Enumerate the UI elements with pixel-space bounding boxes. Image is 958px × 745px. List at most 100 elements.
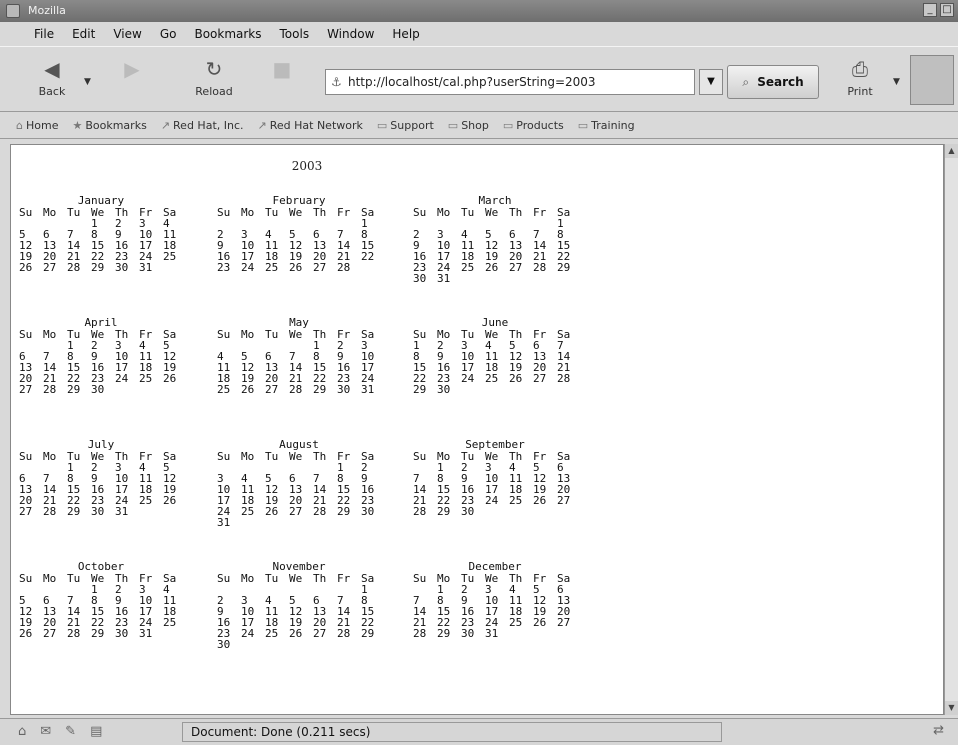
- bookmark-home[interactable]: ⌂ Home: [16, 119, 58, 132]
- weekday-label: Mo: [43, 450, 57, 463]
- bookmark-redhat[interactable]: ↗ Red Hat, Inc.: [161, 119, 244, 132]
- throbber-logo[interactable]: [910, 55, 954, 105]
- url-bar[interactable]: ⚓ http://localhost/cal.php?userString=20…: [325, 69, 695, 95]
- minimize-icon[interactable]: _: [923, 3, 937, 17]
- print-button[interactable]: ⎙ Print: [832, 55, 888, 105]
- day-cell: 24: [241, 627, 255, 640]
- calendar-year: 2003: [291, 159, 323, 173]
- day-cell: 27: [265, 383, 279, 396]
- bookmark-bookmarks[interactable]: ★ Bookmarks: [72, 119, 146, 132]
- day-cell: 26: [19, 261, 33, 274]
- day-cell: 31: [217, 516, 231, 529]
- week-row: 26 27 28 29 30 31: [19, 628, 189, 639]
- menu-file[interactable]: File: [34, 27, 54, 41]
- day-cell: 30: [91, 383, 105, 396]
- forward-button[interactable]: ▶: [104, 55, 160, 105]
- weekday-label: Mo: [241, 328, 255, 341]
- bookmark-training[interactable]: ▭ Training: [578, 119, 635, 132]
- weekday-label: Tu: [67, 572, 81, 585]
- bookmark-shop[interactable]: ▭ Shop: [448, 119, 489, 132]
- menu-go[interactable]: Go: [160, 27, 177, 41]
- composer-icon[interactable]: ✎: [65, 724, 76, 739]
- address-book-icon[interactable]: ▤: [90, 724, 102, 739]
- bookmark-label: Products: [516, 119, 564, 132]
- weekday-label: Fr: [533, 206, 547, 219]
- week-row: 25 26 27 28 29 30 31: [217, 384, 387, 395]
- month-name: April: [84, 316, 118, 329]
- vertical-scrollbar[interactable]: ▲ ▼: [944, 144, 958, 715]
- menu-tools[interactable]: Tools: [280, 27, 310, 41]
- day-cell: 29: [67, 505, 81, 518]
- navigator-icon[interactable]: ⌂: [18, 724, 26, 739]
- day-cell: 27: [313, 627, 327, 640]
- mail-icon[interactable]: ✉: [40, 724, 51, 739]
- weekday-label: Tu: [265, 206, 279, 219]
- weekday-label: Tu: [265, 572, 279, 585]
- day-cell: 28: [413, 505, 427, 518]
- day-cell: 24: [461, 372, 475, 385]
- menu-bar: File Edit View Go Bookmarks Tools Window…: [0, 22, 958, 46]
- day-cell: 26: [533, 494, 547, 507]
- print-dropdown-icon[interactable]: ▼: [893, 77, 900, 87]
- maximize-icon[interactable]: □: [940, 3, 954, 17]
- month-name: March: [478, 194, 512, 207]
- folder-icon: ▭: [447, 119, 459, 132]
- day-cell: 28: [533, 261, 547, 274]
- weekday-label: Mo: [241, 206, 255, 219]
- day-cell: 30: [337, 383, 351, 396]
- day-cell: 22: [361, 250, 375, 263]
- bookmark-redhat-network[interactable]: ↗ Red Hat Network: [258, 119, 363, 132]
- weekday-label: We: [289, 572, 303, 585]
- menu-bookmarks[interactable]: Bookmarks: [194, 27, 261, 41]
- day-cell: 26: [241, 383, 255, 396]
- month-name: November: [272, 560, 326, 573]
- week-row: 30 31: [413, 273, 583, 284]
- search-label: Search: [757, 75, 804, 89]
- bookmark-support[interactable]: ▭ Support: [377, 119, 434, 132]
- scroll-down-icon[interactable]: ▼: [945, 701, 958, 715]
- menu-help[interactable]: Help: [392, 27, 419, 41]
- day-cell: 25: [265, 627, 279, 640]
- day-cell: 28: [43, 505, 57, 518]
- month-name: September: [465, 438, 525, 451]
- day-cell: 26: [485, 261, 499, 274]
- month-september: September Su Mo Tu We Th Fr Sa 1 2 3 4 5 6 7 8 9 10 11 12 13…: [413, 439, 583, 517]
- month-name: February: [272, 194, 326, 207]
- week-row: 26 27 28 29 30 31: [19, 262, 189, 273]
- menu-window[interactable]: Window: [327, 27, 374, 41]
- day-cell: 25: [485, 372, 499, 385]
- day-cell: 29: [361, 627, 375, 640]
- menu-edit[interactable]: Edit: [72, 27, 95, 41]
- forward-arrow-icon: ▶: [124, 57, 140, 81]
- weekday-label: Su: [217, 328, 231, 341]
- weekday-label: We: [289, 206, 303, 219]
- day-cell: 27: [19, 505, 33, 518]
- day-cell: 29: [313, 383, 327, 396]
- week-row: 30: [217, 639, 387, 650]
- window-titlebar: Mozilla _ □: [0, 0, 958, 22]
- folder-icon: ▭: [376, 119, 388, 132]
- back-history-dropdown-icon[interactable]: ▼: [84, 77, 91, 87]
- day-cell: 29: [437, 627, 451, 640]
- bookmark-products[interactable]: ▭ Products: [503, 119, 564, 132]
- weekday-label: Fr: [337, 572, 351, 585]
- scroll-up-icon[interactable]: ▲: [945, 144, 958, 158]
- day-cell: 25: [163, 616, 177, 629]
- search-icon: ⌕: [742, 75, 750, 89]
- day-cell: 25: [163, 250, 177, 263]
- day-cell: 29: [67, 383, 81, 396]
- reload-button[interactable]: ↻ Reload: [186, 55, 242, 105]
- menu-view[interactable]: View: [113, 27, 141, 41]
- back-button[interactable]: ◀ Back: [24, 55, 80, 105]
- day-cell: 28: [67, 627, 81, 640]
- day-cell: 29: [91, 261, 105, 274]
- search-button[interactable]: ⌕ Search: [727, 65, 819, 99]
- stop-button[interactable]: ■: [254, 55, 310, 105]
- window-menu-icon[interactable]: [6, 4, 20, 18]
- weekday-label: Su: [19, 328, 33, 341]
- month-november: November Su Mo Tu We Th Fr Sa 1 2 3 4 5 6 7 8 9 10 11 12 13 1…: [217, 561, 387, 650]
- url-history-dropdown[interactable]: ▼: [699, 69, 723, 95]
- month-february: February Su Mo Tu We Th Fr Sa 1 2 3 4 5 6 7 8 9 10 11 12 13 1…: [217, 195, 387, 273]
- day-cell: 28: [313, 505, 327, 518]
- weekday-label: Su: [413, 572, 427, 585]
